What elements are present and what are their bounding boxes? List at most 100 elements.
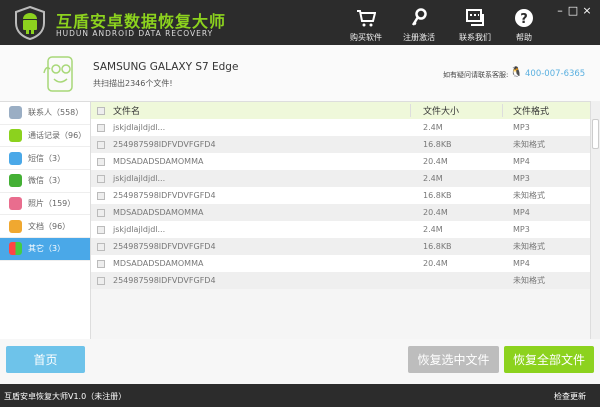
file-name: 254987598IDFVDVFGFD4: [113, 276, 216, 285]
row-checkbox[interactable]: [97, 225, 105, 234]
help-button[interactable]: ? 帮助: [499, 8, 549, 43]
status-bar: 互盾安卓恢复大师V1.0（未注册） 检查更新: [0, 384, 600, 407]
register-label: 注册激活: [403, 33, 435, 42]
cart-icon: [357, 10, 376, 27]
table-row[interactable]: jskjdlajldjdl... 2.4M MP3: [91, 221, 590, 238]
row-checkbox[interactable]: [97, 174, 105, 183]
table-row[interactable]: jskjdlajldjdl... 2.4M MP3: [91, 170, 590, 187]
sidebar-item[interactable]: 短信（3）: [0, 147, 90, 171]
scrollbar[interactable]: [590, 101, 600, 339]
file-format: MP4: [513, 208, 530, 217]
file-name: jskjdlajldjdl...: [113, 174, 166, 183]
file-size: 16.8KB: [423, 191, 452, 200]
row-checkbox[interactable]: [97, 191, 105, 200]
category-icon: [9, 242, 22, 256]
file-name: jskjdlajldjdl...: [113, 123, 166, 132]
sidebar-item[interactable]: 通话记录（96）: [0, 125, 90, 148]
table-row[interactable]: 254987598IDFVDVFGFD4 16.8KB 未知格式: [91, 238, 590, 255]
home-button[interactable]: 首页: [6, 346, 85, 373]
sidebar-item-label: 通话记录（96）: [28, 131, 87, 141]
svg-text:?: ?: [520, 12, 528, 27]
category-sidebar: 联系人（558） 通话记录（96） 短信（3） 微信（3） 照片（159） 文档（96） 其…: [0, 101, 91, 339]
file-format: MP3: [513, 225, 530, 234]
table-row[interactable]: MDSADADSDAMOMMA 20.4M MP4: [91, 204, 590, 221]
file-size: 20.4M: [423, 157, 448, 166]
key-icon: [411, 8, 427, 26]
row-checkbox[interactable]: [97, 276, 105, 285]
table-row[interactable]: 254987598IDFVDVFGFD4 未知格式: [91, 272, 590, 289]
sidebar-item-label: 联系人（558）: [28, 108, 84, 118]
scan-result: 共扫描出2346个文件!: [93, 79, 173, 88]
help-icon: ?: [515, 9, 533, 27]
sidebar-item[interactable]: 其它（3）: [0, 238, 90, 261]
device-info-bar: SAMSUNG GALAXY S7 Edge 共扫描出2346个文件! 如有疑问…: [0, 45, 600, 101]
row-checkbox[interactable]: [97, 157, 105, 166]
file-size: 16.8KB: [423, 140, 452, 149]
header-format[interactable]: 文件格式: [502, 104, 590, 117]
sidebar-item[interactable]: 照片（159）: [0, 193, 90, 216]
select-all-checkbox[interactable]: [97, 106, 105, 115]
sidebar-item[interactable]: 文档（96）: [0, 215, 90, 239]
device-name: SAMSUNG GALAXY S7 Edge: [93, 61, 239, 73]
sidebar-item-label: 微信（3）: [28, 176, 66, 186]
sidebar-item[interactable]: 联系人（558）: [0, 102, 90, 125]
table-row[interactable]: 254987598IDFVDVFGFD4 16.8KB 未知格式: [91, 136, 590, 153]
register-button[interactable]: 注册激活: [394, 8, 444, 43]
file-name: jskjdlajldjdl...: [113, 225, 166, 234]
contact-button[interactable]: 联系我们: [450, 8, 500, 43]
buy-button[interactable]: 购买软件: [341, 8, 391, 43]
scrollbar-thumb[interactable]: [592, 119, 599, 149]
category-icon: [9, 174, 22, 188]
header-filename[interactable]: 文件名: [113, 104, 140, 117]
file-size: 20.4M: [423, 259, 448, 268]
row-checkbox[interactable]: [97, 259, 105, 268]
sidebar-item-label: 照片（159）: [28, 199, 76, 209]
category-icon: [9, 129, 22, 143]
recover-all-button[interactable]: 恢复全部文件: [504, 346, 594, 373]
file-format: MP4: [513, 259, 530, 268]
row-checkbox[interactable]: [97, 140, 105, 149]
file-name: MDSADADSDAMOMMA: [113, 157, 204, 166]
file-name: 254987598IDFVDVFGFD4: [113, 242, 216, 251]
app-subtitle: HUDUN ANDROID DATA RECOVERY: [56, 29, 214, 38]
header-filesize[interactable]: 文件大小: [410, 104, 502, 117]
sidebar-item[interactable]: 微信（3）: [0, 170, 90, 193]
close-button[interactable]: ×: [580, 4, 594, 17]
file-format: 未知格式: [513, 242, 545, 251]
support-phone[interactable]: 400-007-6365: [525, 69, 585, 79]
file-size: 2.4M: [423, 225, 443, 234]
file-format: MP4: [513, 157, 530, 166]
support-text: 如有疑问请联系客服:: [443, 71, 509, 79]
minimize-button[interactable]: –: [553, 4, 567, 17]
category-icon: [9, 197, 22, 211]
file-table: 文件名 文件大小 文件格式 jskjdlajldjdl... 2.4M MP3 254…: [91, 101, 590, 339]
maximize-button[interactable]: □: [566, 4, 580, 17]
sidebar-item-label: 短信（3）: [28, 153, 66, 163]
file-format: 未知格式: [513, 140, 545, 149]
qq-penguin-icon[interactable]: 🐧: [510, 67, 522, 78]
file-name: MDSADADSDAMOMMA: [113, 208, 204, 217]
row-checkbox[interactable]: [97, 123, 105, 132]
check-update-link[interactable]: 检查更新: [554, 391, 586, 402]
chat-icon: [466, 9, 484, 26]
row-checkbox[interactable]: [97, 208, 105, 217]
title-bar: 互盾安卓数据恢复大师 HUDUN ANDROID DATA RECOVERY 购…: [0, 0, 600, 45]
version-text: 互盾安卓恢复大师V1.0（未注册）: [4, 392, 127, 401]
row-checkbox[interactable]: [97, 242, 105, 251]
recover-selected-button[interactable]: 恢复选中文件: [408, 346, 499, 373]
table-row[interactable]: MDSADADSDAMOMMA 20.4M MP4: [91, 255, 590, 272]
file-format: 未知格式: [513, 191, 545, 200]
phone-mascot-icon: [43, 56, 73, 92]
file-format: 未知格式: [513, 276, 545, 285]
table-row[interactable]: 254987598IDFVDVFGFD4 16.8KB 未知格式: [91, 187, 590, 204]
file-name: 254987598IDFVDVFGFD4: [113, 140, 216, 149]
android-shield-logo: [15, 6, 45, 40]
file-format: MP3: [513, 174, 530, 183]
sidebar-item-label: 文档（96）: [28, 221, 71, 231]
table-row[interactable]: MDSADADSDAMOMMA 20.4M MP4: [91, 153, 590, 170]
category-icon: [9, 219, 22, 233]
contact-label: 联系我们: [459, 33, 491, 42]
file-size: 16.8KB: [423, 242, 452, 251]
table-row[interactable]: jskjdlajldjdl... 2.4M MP3: [91, 119, 590, 136]
file-size: 20.4M: [423, 208, 448, 217]
